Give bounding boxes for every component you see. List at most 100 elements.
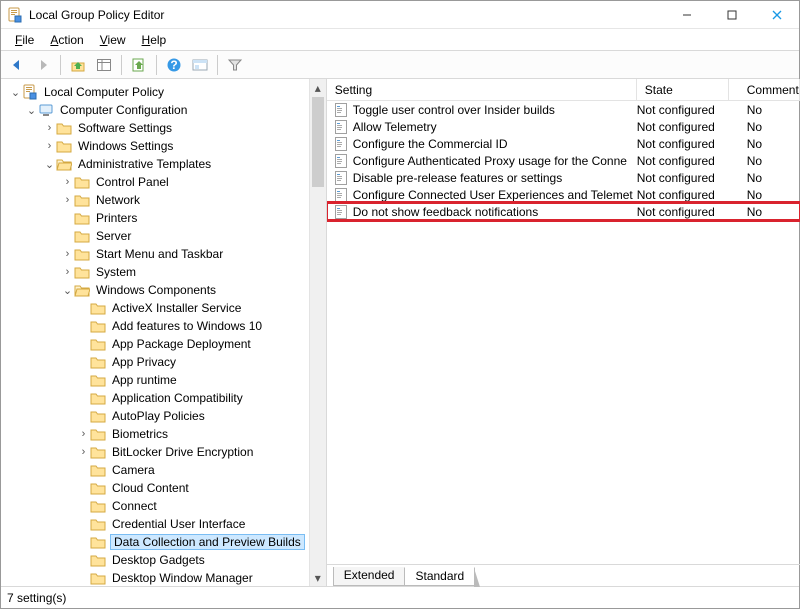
menu-file[interactable]: File	[7, 31, 42, 49]
computer-icon	[38, 102, 54, 118]
menu-bar: File Action View Help	[1, 29, 799, 51]
setting-row[interactable]: Configure the Commercial ID Not configur…	[327, 135, 800, 152]
folder-open-icon	[56, 156, 72, 172]
minimize-button[interactable]	[664, 1, 709, 29]
folder-icon	[90, 300, 106, 316]
tree-node[interactable]: Printers	[5, 209, 309, 227]
menu-help[interactable]: Help	[134, 31, 175, 49]
folder-open-icon	[74, 282, 90, 298]
collapse-icon[interactable]: ⌄	[9, 86, 22, 99]
maximize-button[interactable]	[709, 1, 754, 29]
setting-row[interactable]: Toggle user control over Insider builds …	[327, 101, 800, 118]
tree-node[interactable]: › Windows Settings	[5, 137, 309, 155]
expand-icon[interactable]: ›	[61, 266, 74, 278]
tree-node[interactable]: › Software Settings	[5, 119, 309, 137]
tree-label: AutoPlay Policies	[110, 409, 207, 423]
tree-node[interactable]: Application Compatibility	[5, 389, 309, 407]
tree-label: BitLocker Drive Encryption	[110, 445, 255, 459]
menu-view[interactable]: View	[92, 31, 134, 49]
tab-standard[interactable]: Standard	[404, 567, 475, 586]
filter-icon	[227, 57, 243, 73]
tree-label: Windows Settings	[76, 139, 175, 153]
up-button[interactable]	[66, 53, 90, 77]
scroll-up-icon[interactable]: ▴	[310, 79, 326, 96]
expand-icon[interactable]: ›	[77, 446, 90, 458]
settings-list[interactable]: Toggle user control over Insider builds …	[327, 101, 800, 564]
expand-icon[interactable]: ›	[77, 428, 90, 440]
tree-node[interactable]: › Start Menu and Taskbar	[5, 245, 309, 263]
properties-button[interactable]	[188, 53, 212, 77]
title-bar[interactable]: Local Group Policy Editor	[1, 1, 799, 29]
tree-node[interactable]: ⌄ Local Computer Policy	[5, 83, 309, 101]
tree-node[interactable]: Cloud Content	[5, 479, 309, 497]
back-button[interactable]	[5, 53, 29, 77]
tree-label: Credential User Interface	[110, 517, 247, 531]
expand-icon[interactable]: ›	[43, 140, 56, 152]
scroll-thumb[interactable]	[312, 97, 324, 187]
forward-button[interactable]	[31, 53, 55, 77]
gpedit-window: Local Group Policy Editor File Action Vi…	[0, 0, 800, 609]
menu-action[interactable]: Action	[42, 31, 91, 49]
help-button[interactable]	[162, 53, 186, 77]
tree-label: Desktop Gadgets	[110, 553, 207, 567]
tree-scrollbar[interactable]: ▴ ▾	[309, 79, 326, 586]
tree-node[interactable]: › System	[5, 263, 309, 281]
tree-node[interactable]: AutoPlay Policies	[5, 407, 309, 425]
setting-comment: No	[747, 188, 762, 202]
collapse-icon[interactable]: ⌄	[25, 104, 38, 117]
show-hide-tree-button[interactable]	[92, 53, 116, 77]
col-setting[interactable]: Setting	[327, 79, 637, 100]
expand-icon[interactable]: ›	[61, 248, 74, 260]
setting-row[interactable]: Configure Authenticated Proxy usage for …	[327, 152, 800, 169]
folder-icon	[90, 516, 106, 532]
close-button[interactable]	[754, 1, 799, 29]
tree-node[interactable]: › Control Panel	[5, 173, 309, 191]
tree-node[interactable]: Credential User Interface	[5, 515, 309, 533]
setting-row[interactable]: Configure Connected User Experiences and…	[327, 186, 800, 203]
collapse-icon[interactable]: ⌄	[61, 284, 74, 297]
collapse-icon[interactable]: ⌄	[43, 158, 56, 171]
tree-node[interactable]: › Biometrics	[5, 425, 309, 443]
setting-row[interactable]: Allow Telemetry Not configured No	[327, 118, 800, 135]
tree-node[interactable]: Connect	[5, 497, 309, 515]
tree-node[interactable]: ⌄ Windows Components	[5, 281, 309, 299]
setting-comment: No	[747, 171, 762, 185]
folder-icon	[90, 462, 106, 478]
tree-node[interactable]: Desktop Window Manager	[5, 569, 309, 586]
col-comment[interactable]: Comment	[729, 79, 800, 100]
tree-node[interactable]: App runtime	[5, 371, 309, 389]
scroll-down-icon[interactable]: ▾	[310, 569, 326, 586]
tree-node[interactable]: › Network	[5, 191, 309, 209]
tree-node[interactable]: App Package Deployment	[5, 335, 309, 353]
arrow-left-icon	[9, 57, 25, 73]
setting-row[interactable]: Disable pre-release features or settings…	[327, 169, 800, 186]
tree-node[interactable]: Desktop Gadgets	[5, 551, 309, 569]
tree-node[interactable]: ⌄ Computer Configuration	[5, 101, 309, 119]
tree-label: Local Computer Policy	[42, 85, 166, 99]
tree-node[interactable]: ⌄ Administrative Templates	[5, 155, 309, 173]
setting-comment: No	[747, 137, 762, 151]
tree-node[interactable]: Camera	[5, 461, 309, 479]
tree-node[interactable]: Data Collection and Preview Builds	[5, 533, 309, 551]
tree-node[interactable]: App Privacy	[5, 353, 309, 371]
policy-icon	[333, 119, 349, 135]
column-headers: Setting State Comment	[327, 79, 800, 101]
policy-tree[interactable]: ⌄ Local Computer Policy ⌄ Computer Confi…	[1, 79, 309, 586]
tree-node[interactable]: Server	[5, 227, 309, 245]
setting-row[interactable]: Do not show feedback notifications Not c…	[327, 203, 800, 220]
setting-comment: No	[747, 205, 762, 219]
tree-label: Administrative Templates	[76, 157, 213, 171]
expand-icon[interactable]: ›	[61, 176, 74, 188]
expand-icon[interactable]: ›	[43, 122, 56, 134]
tab-extended[interactable]: Extended	[333, 567, 406, 586]
setting-name: Configure Authenticated Proxy usage for …	[353, 154, 627, 168]
folder-icon	[90, 390, 106, 406]
expand-icon[interactable]: ›	[61, 194, 74, 206]
export-list-button[interactable]	[127, 53, 151, 77]
tree-node[interactable]: › BitLocker Drive Encryption	[5, 443, 309, 461]
col-state[interactable]: State	[637, 79, 729, 100]
tree-node[interactable]: ActiveX Installer Service	[5, 299, 309, 317]
filter-button[interactable]	[223, 53, 247, 77]
tree-label: Camera	[110, 463, 157, 477]
tree-node[interactable]: Add features to Windows 10	[5, 317, 309, 335]
